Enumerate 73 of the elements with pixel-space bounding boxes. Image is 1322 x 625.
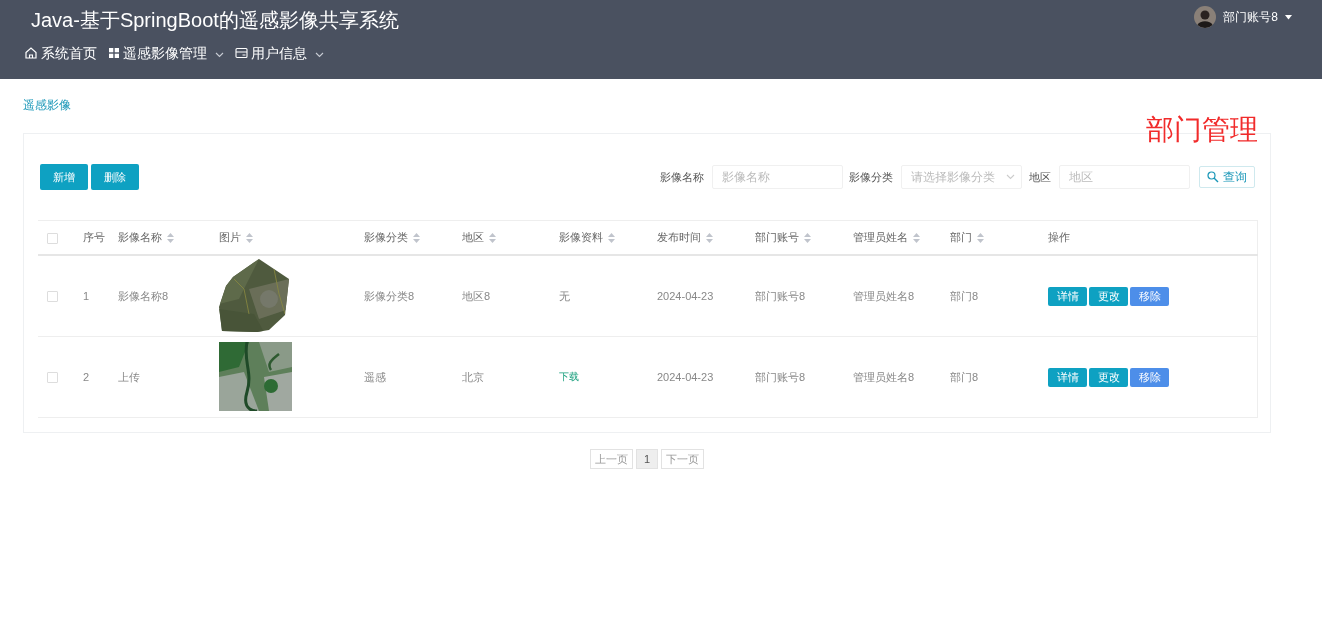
column-header[interactable]: 部门 [950, 230, 972, 245]
table-cell: 部门8 [950, 370, 979, 383]
column-header[interactable]: 图片 [219, 230, 241, 245]
table-cell: 上传 [118, 370, 140, 383]
previous-page-button[interactable]: 上一页 [589, 449, 633, 469]
row-number: 2 [83, 371, 90, 383]
delete-button[interactable]: 删除 [91, 164, 139, 190]
home-icon [24, 46, 38, 60]
nav-menu-item[interactable]: 用户信息 [235, 43, 324, 63]
action-button[interactable]: 详情 [1048, 367, 1087, 387]
table-cell: 无 [559, 289, 570, 302]
row-checkbox[interactable] [47, 372, 58, 384]
app-title: Java-基于SpringBoot的遥感影像共享系统 [31, 8, 399, 33]
filter-label: 影像分类 [849, 169, 893, 185]
search-button[interactable]: 查询 [1199, 166, 1255, 188]
column-header: 操作 [1048, 230, 1070, 245]
table-cell: 部门8 [950, 289, 979, 302]
grid-icon [108, 47, 120, 59]
sort-icon[interactable] [608, 232, 615, 243]
sort-icon[interactable] [804, 232, 811, 243]
row-number: 1 [83, 290, 90, 302]
action-button[interactable]: 更改 [1089, 367, 1128, 387]
card-icon [235, 47, 248, 59]
input-field[interactable]: 地区 [1059, 165, 1190, 189]
column-header[interactable]: 管理员姓名 [853, 230, 908, 245]
caret-down-icon[interactable] [1285, 14, 1292, 20]
sort-icon[interactable] [489, 232, 496, 243]
sort-icon[interactable] [706, 232, 713, 243]
table-cell: 部门账号8 [755, 370, 806, 383]
download-link[interactable]: 下载 [559, 371, 579, 382]
input-field[interactable]: 影像名称 [712, 165, 843, 189]
table-cell: 遥感 [364, 370, 386, 383]
column-header[interactable]: 影像分类 [364, 230, 408, 245]
column-header[interactable]: 地区 [462, 230, 484, 245]
user-name[interactable]: 部门账号8 [1223, 8, 1278, 26]
add-button[interactable]: 新增 [40, 164, 88, 190]
table-cell: 2024-04-23 [657, 371, 714, 383]
sort-icon[interactable] [246, 232, 253, 243]
action-button[interactable]: 更改 [1089, 286, 1128, 306]
sort-icon[interactable] [977, 232, 984, 243]
column-header: 序号 [83, 230, 105, 245]
nav-menu-item[interactable]: 系统首页 [24, 43, 97, 63]
table-cell: 影像名称8 [118, 289, 169, 302]
nav-menu-item[interactable]: 遥感影像管理 [108, 43, 224, 63]
table-cell: 2024-04-23 [657, 290, 714, 302]
row-checkbox[interactable] [47, 291, 58, 303]
sort-icon[interactable] [913, 232, 920, 243]
table-cell: 影像分类8 [364, 289, 415, 302]
column-header[interactable]: 发布时间 [657, 230, 701, 245]
filter-label: 地区 [1029, 169, 1051, 185]
select-field[interactable]: 请选择影像分类 [901, 165, 1022, 189]
next-page-button[interactable]: 下一页 [661, 449, 705, 469]
table-cell: 管理员姓名8 [853, 289, 915, 302]
table-cell: 部门账号8 [755, 289, 806, 302]
chevron-down-icon [1006, 174, 1015, 180]
select-all-checkbox[interactable] [47, 232, 58, 244]
table-cell: 北京 [462, 370, 484, 383]
remove-button[interactable]: 移除 [1130, 367, 1169, 387]
column-header[interactable]: 影像名称 [118, 230, 162, 245]
action-button[interactable]: 详情 [1048, 286, 1087, 306]
column-header[interactable]: 部门账号 [755, 230, 799, 245]
overlay-caption: 部门管理 [1146, 114, 1258, 146]
filter-label: 影像名称 [660, 169, 704, 185]
column-header[interactable]: 影像资料 [559, 230, 603, 245]
sort-icon[interactable] [413, 232, 420, 243]
remove-button[interactable]: 移除 [1130, 286, 1169, 306]
search-icon [1207, 171, 1219, 183]
breadcrumb[interactable]: 遥感影像 [23, 97, 71, 113]
table-cell: 地区8 [462, 289, 491, 302]
sort-icon[interactable] [167, 232, 174, 243]
table-cell: 管理员姓名8 [853, 370, 915, 383]
page-button[interactable]: 1 [635, 449, 659, 469]
avatar-icon[interactable] [1194, 6, 1217, 28]
